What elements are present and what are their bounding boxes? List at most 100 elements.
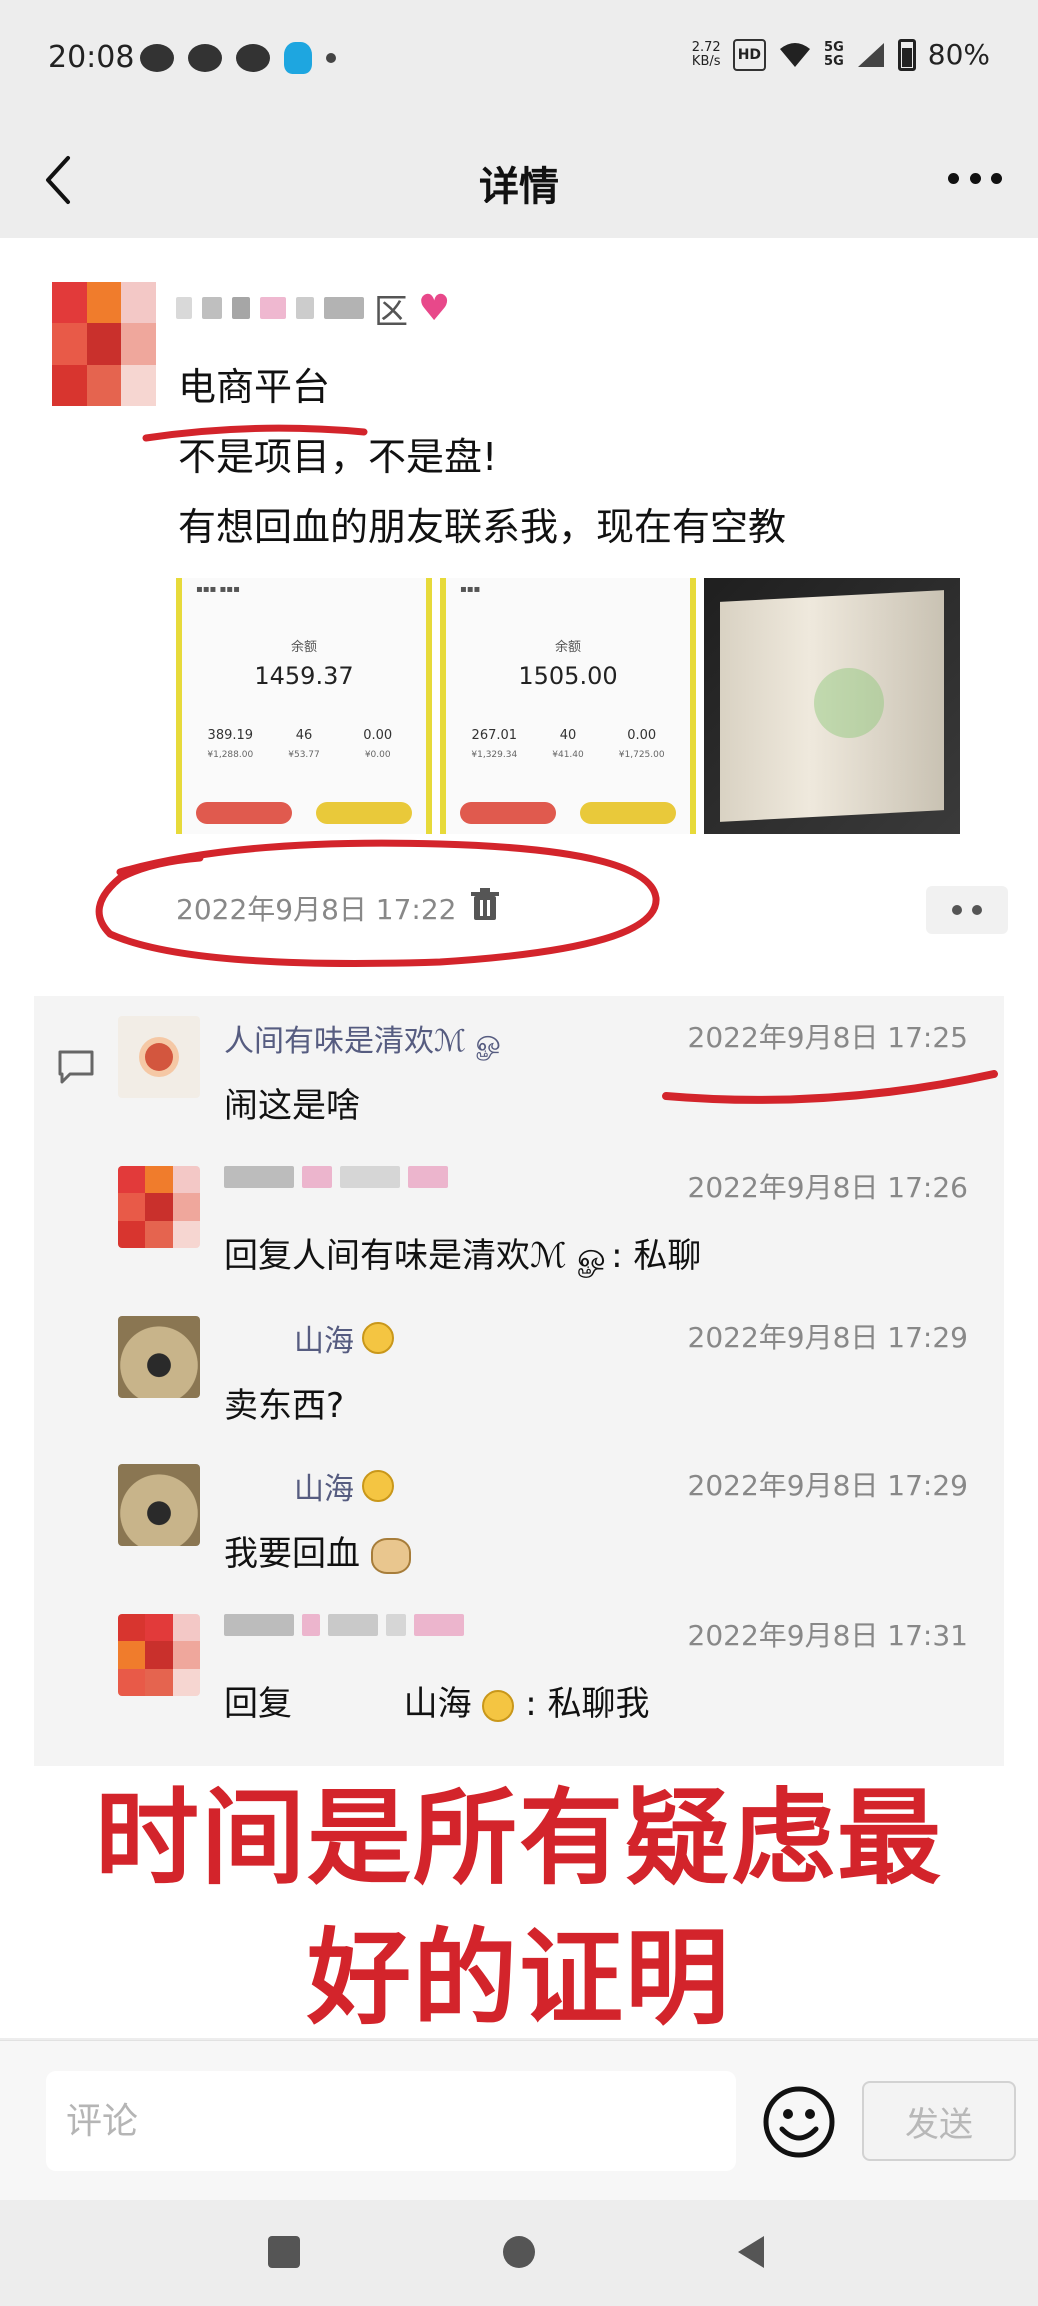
dot — [972, 905, 982, 915]
comment-item: 山海 2022年9月8日 17:29 卖东西? — [118, 1316, 968, 1456]
post-line-3: 有想回血的朋友联系我，现在有空教 — [178, 505, 787, 549]
stat: 389.19 — [207, 728, 254, 743]
comment-text[interactable]: 回复 山海 : 私聊我 — [224, 1676, 650, 1725]
stat: 40 — [559, 728, 577, 743]
commenter-avatar[interactable] — [118, 1016, 200, 1098]
back-nav-icon[interactable] — [730, 2230, 774, 2274]
reply-target: 山海 — [403, 1684, 472, 1724]
post-line-1: 电商平台 — [178, 365, 331, 409]
stat: 0.00 — [363, 728, 393, 743]
commenter-avatar[interactable] — [118, 1166, 200, 1248]
image-amount: 1459.37 — [254, 662, 354, 690]
signal-label-2: 5G — [824, 53, 844, 69]
comment-item: 山海 2022年9月8日 17:29 我要回血 — [118, 1464, 968, 1604]
commenter-name[interactable]: 山海 — [294, 1464, 394, 1508]
post-image-1[interactable]: ▪▪▪ ▪▪▪ 余额 1459.37 389.19 46 0.00 ¥1,288… — [176, 578, 432, 834]
comment-input[interactable] — [46, 2071, 736, 2171]
more-options-button[interactable] — [948, 168, 1002, 188]
commenter-name[interactable] — [224, 1166, 448, 1188]
reply-text: : 私聊我 — [525, 1684, 650, 1724]
thinking-emoji-icon — [362, 1470, 394, 1502]
battery-level: 80% — [927, 38, 990, 71]
heart-icon: ♥ — [418, 287, 451, 329]
author-avatar[interactable] — [52, 282, 156, 406]
blurred-text — [176, 297, 192, 319]
send-button[interactable]: 发送 — [862, 2081, 1016, 2161]
trash-icon[interactable] — [470, 888, 500, 922]
hd-badge: HD — [732, 38, 767, 71]
dot — [948, 172, 959, 184]
signal-label-1: 5G — [824, 39, 844, 55]
blurred-text — [302, 1614, 320, 1636]
status-time: 20:08 — [48, 40, 135, 75]
image-button-yellow — [316, 802, 412, 824]
banner-line-1: 时间是所有疑虑最 — [94, 1777, 943, 1899]
commenter-avatar[interactable] — [118, 1464, 200, 1546]
post-image-2[interactable]: ▪▪▪ 余额 1505.00 267.01 40 0.00 ¥1,329.34 … — [440, 578, 696, 834]
blurred-text — [302, 1166, 332, 1188]
image-buttons — [196, 802, 412, 824]
recent-apps-icon[interactable] — [262, 2230, 306, 2274]
signal-icon: 5G 5G — [824, 39, 844, 69]
blurred-text — [296, 297, 314, 319]
post-line-2: 不是项目，不是盘! — [178, 435, 498, 479]
stamp-mark — [814, 668, 884, 738]
substat: ¥41.40 — [552, 750, 584, 760]
comment-text[interactable]: 闹这是啥 — [224, 1078, 360, 1127]
comment-time: 2022年9月8日 17:29 — [687, 1469, 968, 1502]
blurred-text — [324, 297, 364, 319]
red-underline-annotation — [662, 1070, 998, 1104]
more-notifications-icon — [326, 53, 336, 63]
banner-line-2: 好的证明 — [306, 1917, 731, 2039]
commenter-name[interactable]: 人间有味是清欢ℳ ௐ — [224, 1016, 506, 1063]
commenter-name[interactable] — [224, 1614, 464, 1636]
blurred-text — [328, 1614, 378, 1636]
wechat-icon — [236, 44, 270, 72]
post-detail: 区 ♥ 电商平台 不是项目，不是盘! 有想回血的朋友联系我，现在有空教 ▪▪▪ … — [0, 238, 1038, 2039]
comment-text[interactable]: 我要回血 — [224, 1526, 411, 1575]
comment-time: 2022年9月8日 17:29 — [687, 1321, 968, 1354]
image-button-red — [196, 802, 292, 824]
post-timestamp: 2022年9月8日 17:22 — [176, 893, 457, 926]
comment-text[interactable]: 回复人间有味是清欢ℳ ௐ: 私聊 — [224, 1228, 701, 1280]
qq-icon — [284, 42, 312, 74]
comment-input-bar: 发送 — [0, 2040, 1038, 2200]
blurred-text — [414, 1614, 464, 1636]
post-image-3[interactable] — [704, 578, 960, 834]
comment-time: 2022年9月8日 17:31 — [687, 1619, 968, 1652]
comment-icon — [58, 1050, 94, 1084]
stat: 46 — [295, 728, 313, 743]
blurred-text — [260, 297, 286, 319]
image-substats: ¥1,329.34 ¥41.40 ¥1,725.00 — [458, 750, 678, 760]
commenter-avatar[interactable] — [118, 1614, 200, 1696]
notification-icons — [140, 42, 336, 74]
home-icon[interactable] — [497, 2230, 541, 2274]
commenter-name[interactable]: 山海 — [294, 1316, 394, 1360]
comment-text[interactable]: 卖东西? — [224, 1378, 344, 1427]
doge-emoji-icon — [370, 1537, 411, 1574]
image-header: ▪▪▪ ▪▪▪ — [196, 584, 240, 595]
image-substats: ¥1,288.00 ¥53.77 ¥0.00 — [194, 750, 414, 760]
post-actions-button[interactable] — [926, 886, 1008, 934]
comment-item: 2022年9月8日 17:31 回复 山海 : 私聊我 — [118, 1614, 968, 1754]
emoji-picker-icon[interactable] — [762, 2085, 836, 2159]
author-name[interactable]: 区 ♥ — [176, 287, 451, 332]
blurred-text — [202, 297, 222, 319]
system-navigation-bar — [0, 2200, 1038, 2306]
commenter-avatar[interactable] — [118, 1316, 200, 1398]
blurred-text — [408, 1166, 448, 1188]
blurred-text — [224, 1614, 294, 1636]
commenter-name-text: 山海 — [294, 1472, 354, 1507]
blurred-text — [224, 1166, 294, 1188]
dot — [991, 172, 1002, 184]
wechat-icon — [188, 44, 222, 72]
substat: ¥53.77 — [288, 750, 320, 760]
substat: ¥1,329.34 — [471, 750, 518, 760]
image-amount: 1505.00 — [518, 662, 618, 690]
substat: ¥1,288.00 — [207, 750, 254, 760]
status-indicators: 2.72 KB/s HD 5G 5G 80% — [692, 38, 990, 71]
wechat-icon — [140, 44, 174, 72]
status-bar: 20:08 2.72 KB/s HD 5G 5G 80% — [0, 0, 1038, 120]
page-title: 详情 — [479, 164, 559, 210]
image-stats: 389.19 46 0.00 — [194, 728, 414, 743]
